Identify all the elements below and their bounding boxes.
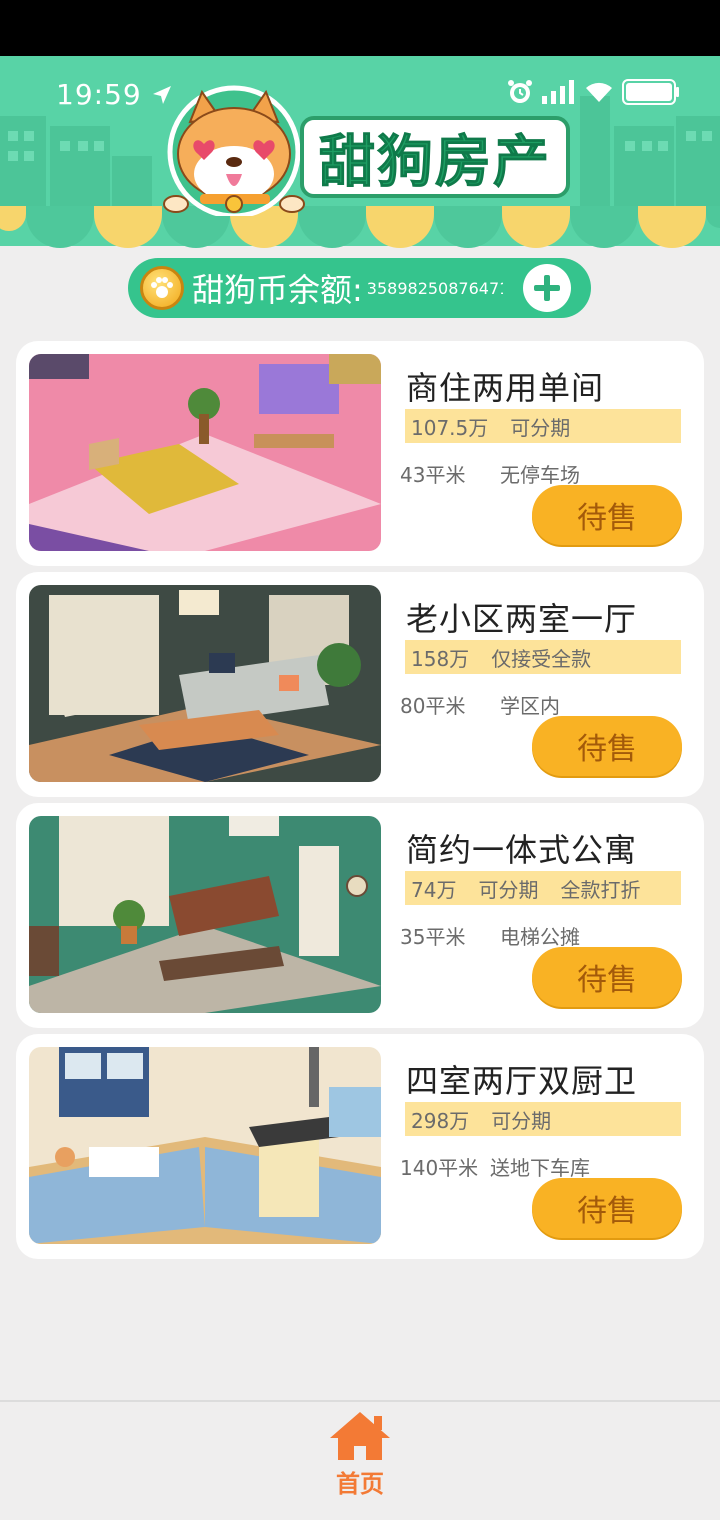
system-top-bar (0, 0, 720, 56)
listing-price-tags: 74万 可分期 全款打折 (405, 871, 681, 905)
awning-decoration (0, 206, 720, 248)
status-time-text: 19:59 (56, 78, 142, 111)
add-coins-button[interactable] (523, 264, 571, 312)
app-title: 甜狗房产 (319, 129, 551, 195)
app-title-banner: 甜狗房产 (300, 116, 570, 198)
listing-tag: 可分期 (510, 415, 571, 440)
listing-photo (29, 354, 381, 551)
bottom-navigation: 首页 (0, 1400, 720, 1520)
plus-icon (534, 275, 560, 301)
listing-price: 74万 (411, 877, 457, 902)
listing-meta: 43平米 无停车场 (400, 459, 580, 488)
listing-tag: 仅接受全款 (491, 646, 592, 671)
balance-label: 甜狗币余额: (192, 271, 363, 309)
listing-area: 140平米 (400, 1156, 479, 1180)
paw-coin-icon (140, 266, 184, 310)
battery-icon (622, 79, 679, 105)
alarm-icon (508, 80, 532, 103)
listing-tag: 可分期 (478, 877, 539, 902)
signal-icon (542, 80, 574, 104)
listing-price: 298万 (411, 1108, 470, 1133)
listing-title: 商住两用单间 (406, 369, 605, 407)
for-sale-button[interactable]: 待售 (532, 485, 682, 545)
wifi-icon (586, 82, 612, 102)
listing-card[interactable]: 四室两厅双厨卫 298万 可分期 140平米 送地下车库 待售 (16, 1034, 704, 1259)
listing-price: 107.5万 (411, 415, 489, 440)
listing-photo (29, 1047, 381, 1244)
listing-feature: 送地下车库 (490, 1156, 590, 1180)
listing-card[interactable]: 商住两用单间 107.5万 可分期 43平米 无停车场 待售 (16, 341, 704, 566)
listing-photo (29, 585, 381, 782)
listing-title: 老小区两室一厅 (406, 600, 638, 638)
listing-area: 43平米 (400, 463, 466, 487)
listing-photo (29, 816, 381, 1013)
status-time: 19:59 (56, 78, 174, 111)
listing-price: 158万 (411, 646, 470, 671)
listing-feature: 无停车场 (500, 463, 580, 487)
listing-meta: 140平米 送地下车库 (400, 1152, 590, 1181)
listing-price-tags: 298万 可分期 (405, 1102, 681, 1136)
for-sale-button[interactable]: 待售 (532, 716, 682, 776)
listing-tag: 全款打折 (560, 877, 641, 902)
listing-tag: 可分期 (491, 1108, 552, 1133)
listing-meta: 80平米 学区内 (400, 690, 560, 719)
balance-value: 358982508764716 (366, 278, 503, 298)
home-icon (330, 1412, 390, 1460)
nav-home-tab[interactable]: 首页 (320, 1410, 400, 1500)
listing-feature: 学区内 (500, 694, 560, 718)
for-sale-button[interactable]: 待售 (532, 947, 682, 1007)
listing-list: 商住两用单间 107.5万 可分期 43平米 无停车场 待售 老小区两室一厅 1… (16, 341, 704, 1265)
listing-title: 简约一体式公寓 (406, 831, 638, 869)
coin-balance-bar: 甜狗币余额: 358982508764716 (128, 258, 591, 318)
listing-title: 四室两厅双厨卫 (406, 1062, 638, 1100)
listing-area: 35平米 (400, 925, 466, 949)
nav-home-label: 首页 (336, 1470, 384, 1498)
listing-meta: 35平米 电梯公摊 (400, 921, 580, 950)
shiba-dog-logo (163, 85, 305, 216)
listing-area: 80平米 (400, 694, 466, 718)
listing-card[interactable]: 简约一体式公寓 74万 可分期 全款打折 35平米 电梯公摊 待售 (16, 803, 704, 1028)
listing-price-tags: 158万 仅接受全款 (405, 640, 681, 674)
for-sale-button[interactable]: 待售 (532, 1178, 682, 1238)
status-icons (506, 78, 680, 106)
listing-price-tags: 107.5万 可分期 (405, 409, 681, 443)
listing-card[interactable]: 老小区两室一厅 158万 仅接受全款 80平米 学区内 待售 (16, 572, 704, 797)
listing-feature: 电梯公摊 (500, 925, 580, 949)
